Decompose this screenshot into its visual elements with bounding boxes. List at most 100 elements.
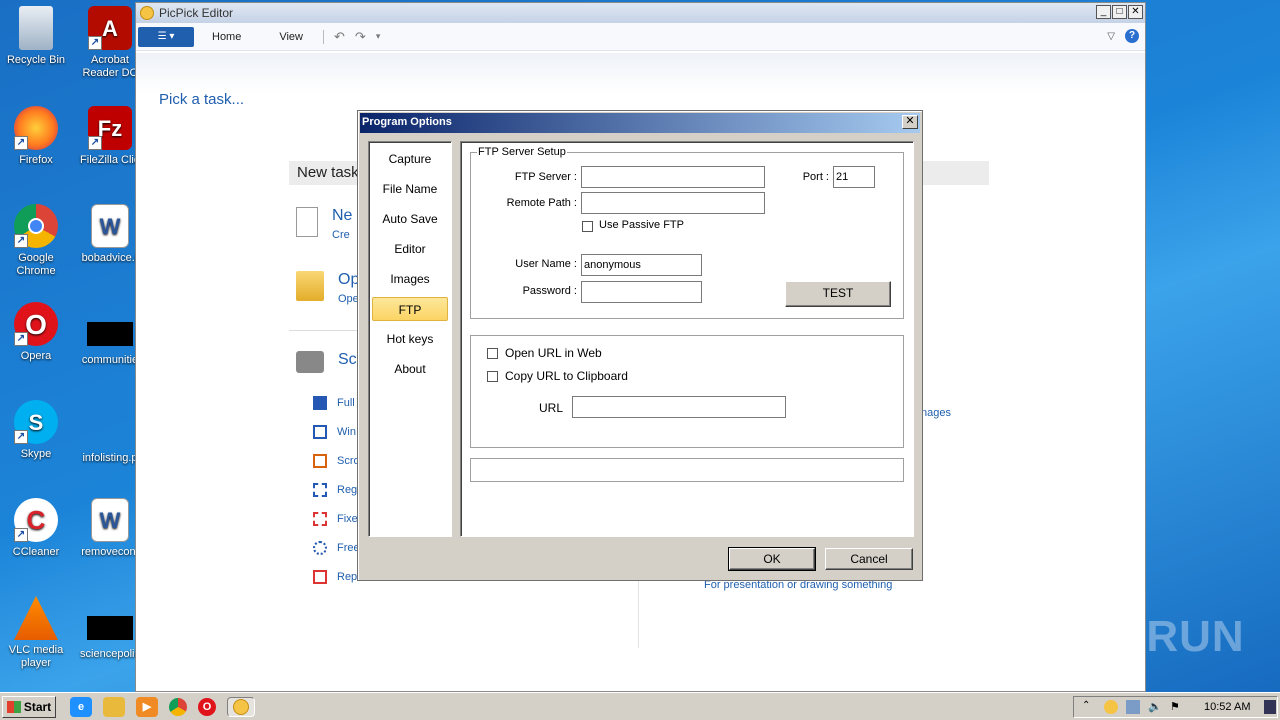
help-icon[interactable]: ?	[1125, 29, 1139, 43]
opera-icon[interactable]: O	[198, 697, 216, 716]
desktop-icon-opera[interactable]: O ↗ Opera	[0, 302, 72, 363]
capture-region[interactable]: Reg	[313, 483, 357, 497]
file-explorer-icon[interactable]	[103, 696, 125, 717]
redo-icon[interactable]: ↷	[355, 29, 366, 45]
desktop-icon-ccleaner[interactable]: C ↗ CCleaner	[0, 498, 72, 559]
copy-url-label: Copy URL to Clipboard	[505, 369, 628, 383]
word-document-icon: W	[91, 204, 129, 248]
remote-path-input[interactable]	[581, 192, 765, 214]
maximize-button[interactable]: □	[1112, 5, 1127, 19]
test-button[interactable]: TEST	[785, 281, 891, 307]
desktop-icon-label: VLC media player	[8, 644, 64, 669]
nav-about[interactable]: About	[369, 354, 451, 384]
freehand-icon	[313, 541, 327, 555]
desktop-icon-vlc[interactable]: VLC media player	[0, 596, 72, 670]
ribbon-right-controls: ▽ ?	[1107, 29, 1139, 43]
tab-home[interactable]: Home	[208, 31, 245, 43]
collapse-ribbon-icon[interactable]: ▽	[1107, 31, 1115, 42]
pick-task-heading: Pick a task...	[159, 91, 245, 108]
copy-url-checkbox[interactable]	[487, 371, 498, 382]
desktop-icon-chrome[interactable]: ↗ Google Chrome	[0, 204, 72, 278]
undo-icon[interactable]: ↶	[334, 29, 345, 45]
ftp-server-setup-group: FTP Server Setup FTP Server : Port : 21 …	[470, 146, 904, 319]
window-title: PicPick Editor	[159, 6, 234, 20]
capture-fixed-region[interactable]: Fixe	[313, 512, 358, 526]
open-url-in-web-checkbox[interactable]	[487, 348, 498, 359]
nav-capture[interactable]: Capture	[369, 144, 451, 174]
desktop-icon-recycle-bin[interactable]: Recycle Bin	[0, 6, 72, 67]
picpick-taskbar-icon[interactable]	[227, 696, 255, 717]
show-desktop-icon[interactable]	[1264, 700, 1277, 714]
menu-icon: ☰ ▾	[157, 31, 175, 42]
password-input[interactable]	[581, 281, 702, 303]
shortcut-arrow-icon: ↗	[14, 528, 28, 542]
task-new[interactable]: Ne Cre	[296, 207, 352, 241]
minimize-button[interactable]: _	[1096, 5, 1111, 19]
volume-icon[interactable]: 🔈	[1148, 700, 1162, 714]
file-menu-button[interactable]: ☰ ▾	[138, 26, 194, 47]
windows-logo-icon	[6, 700, 21, 713]
chrome-icon: ↗	[14, 204, 58, 248]
nav-file-name[interactable]: File Name	[369, 174, 451, 204]
port-label: Port :	[802, 171, 829, 183]
picpick-tray-icon[interactable]	[1104, 700, 1118, 714]
passive-ftp-checkbox[interactable]	[582, 221, 593, 232]
quick-access-dropdown-icon[interactable]: ▾	[376, 31, 381, 42]
remote-path-label: Remote Path :	[506, 197, 577, 209]
tab-view[interactable]: View	[275, 31, 307, 43]
internet-explorer-icon[interactable]: e	[70, 696, 92, 717]
camera-icon	[296, 351, 324, 373]
desktop-icon-label: bobadvice.r	[81, 252, 139, 264]
nav-editor[interactable]: Editor	[369, 234, 451, 264]
new-file-icon	[296, 207, 318, 237]
desktop-icon-firefox[interactable]: ↗ Firefox	[0, 106, 72, 167]
capture-scrolling[interactable]: Scro	[313, 454, 360, 468]
nav-hot-keys[interactable]: Hot keys	[369, 324, 451, 354]
recycle-bin-icon	[19, 6, 53, 50]
capture-repeat[interactable]: Rep	[313, 570, 357, 584]
link-images[interactable]: nages	[921, 407, 951, 419]
dialog-title-bar[interactable]: Program Options ✕	[360, 113, 920, 133]
file-thumbnail-icon	[87, 322, 133, 346]
port-input[interactable]: 21	[833, 166, 875, 188]
shortcut-arrow-icon: ↗	[88, 36, 102, 50]
desktop-icon-label: FileZilla Clie	[80, 154, 140, 166]
capture-fullscreen[interactable]: Full	[313, 396, 355, 410]
shortcut-arrow-icon: ↗	[88, 136, 102, 150]
network-icon[interactable]	[1126, 700, 1140, 714]
username-input[interactable]: anonymous	[581, 254, 702, 276]
password-label: Password :	[522, 285, 577, 297]
start-button[interactable]: Start	[2, 695, 56, 718]
capture-freehand[interactable]: Free	[313, 541, 360, 555]
media-player-icon[interactable]: ▶	[136, 696, 158, 717]
action-center-flag-icon[interactable]: ⚑	[1170, 700, 1184, 714]
ftp-panel: FTP Server Setup FTP Server : Port : 21 …	[460, 141, 914, 537]
nav-ftp[interactable]: FTP	[372, 297, 448, 321]
desktop-icon-label: Recycle Bin	[6, 54, 66, 66]
window-title-bar[interactable]: PicPick Editor _ □ ✕	[136, 3, 1145, 23]
task-screen-capture: Scr	[296, 351, 362, 373]
shortcut-arrow-icon: ↗	[14, 136, 28, 150]
ftp-server-input[interactable]	[581, 166, 765, 188]
desktop-icon-label: Skype	[20, 448, 52, 460]
taskbar: Start e ▶ O ⌃ 🔈 ⚑ 10:52 AM	[0, 692, 1280, 720]
url-input[interactable]	[572, 396, 786, 418]
nav-images[interactable]: Images	[369, 264, 451, 294]
show-hidden-icons-icon[interactable]: ⌃	[1082, 700, 1096, 714]
chrome-icon[interactable]	[169, 697, 187, 716]
shortcut-arrow-icon: ↗	[14, 332, 28, 346]
shortcut-arrow-icon: ↗	[14, 430, 28, 444]
nav-auto-save[interactable]: Auto Save	[369, 204, 451, 234]
desktop-icon-skype[interactable]: S ↗ Skype	[0, 400, 72, 461]
capture-window[interactable]: Win	[313, 425, 356, 439]
dialog-close-button[interactable]: ✕	[902, 115, 918, 129]
desktop-icon-label: Opera	[20, 350, 52, 362]
program-options-dialog: Program Options ✕ Capture File Name Auto…	[357, 110, 923, 581]
cancel-button[interactable]: Cancel	[825, 548, 913, 570]
ok-button[interactable]: OK	[728, 547, 816, 571]
close-button[interactable]: ✕	[1128, 5, 1143, 19]
task-open[interactable]: Op Ope	[296, 271, 359, 305]
clock[interactable]: 10:52 AM	[1204, 701, 1250, 713]
status-box	[470, 458, 904, 482]
group-title: FTP Server Setup	[477, 146, 567, 158]
